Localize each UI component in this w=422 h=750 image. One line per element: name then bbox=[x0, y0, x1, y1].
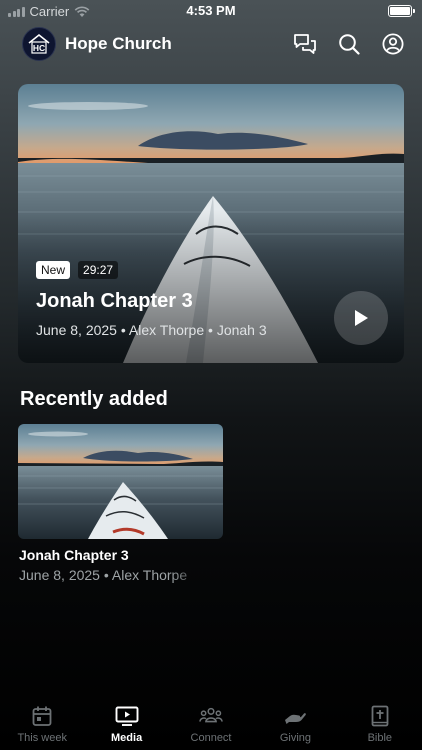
tab-bible[interactable]: Bible bbox=[338, 698, 422, 750]
tab-label: This week bbox=[17, 732, 67, 744]
calendar-icon bbox=[30, 704, 54, 728]
tab-label: Bible bbox=[367, 732, 393, 744]
account-icon bbox=[382, 33, 404, 55]
church-logo[interactable]: HC bbox=[22, 27, 56, 61]
app-title: Hope Church bbox=[65, 34, 172, 53]
battery-icon bbox=[388, 5, 415, 17]
media-card-speaker: Alex Thorpe bbox=[111, 567, 188, 583]
giving-hand-icon bbox=[283, 704, 307, 728]
app-header: HC Hope Church bbox=[22, 26, 406, 62]
search-icon bbox=[339, 34, 360, 55]
search-button[interactable] bbox=[336, 31, 362, 57]
media-card-thumbnail bbox=[18, 424, 223, 539]
tab-label: Giving bbox=[279, 732, 312, 744]
hero-date: June 8, 2025 bbox=[36, 322, 117, 338]
status-time: 4:53 PM bbox=[186, 3, 236, 18]
chat-icon bbox=[294, 34, 316, 54]
tab-label: Media bbox=[111, 732, 143, 744]
meta-separator: • bbox=[208, 322, 213, 338]
hero-series: Jonah 3 bbox=[216, 322, 267, 338]
tab-connect[interactable]: Connect bbox=[169, 698, 253, 750]
tv-play-icon bbox=[115, 704, 139, 728]
featured-media-card[interactable]: New 29:27 Jonah Chapter 3 June 8, 2025 •… bbox=[18, 84, 404, 363]
tab-label: Connect bbox=[190, 732, 232, 744]
logo-text: HC bbox=[33, 43, 45, 53]
hero-info: New 29:27 Jonah Chapter 3 June 8, 2025 •… bbox=[36, 261, 267, 338]
tab-giving[interactable]: Giving bbox=[253, 698, 337, 750]
meta-separator: • bbox=[103, 567, 109, 583]
hero-title: Jonah Chapter 3 bbox=[36, 290, 193, 312]
play-button[interactable] bbox=[334, 291, 388, 345]
logo-house-icon: HC bbox=[28, 33, 50, 54]
hero-speaker: Alex Thorpe bbox=[128, 322, 205, 338]
duration-badge: 29:27 bbox=[78, 261, 119, 279]
media-card[interactable]: Jonah Chapter 3 June 8, 2025 • Alex Thor… bbox=[18, 424, 223, 583]
messages-button[interactable] bbox=[292, 31, 318, 57]
new-badge: New bbox=[36, 261, 71, 279]
bottom-tab-bar: This week Media Connect Giving Bible bbox=[0, 698, 422, 750]
profile-button[interactable] bbox=[380, 31, 406, 57]
recently-added-heading: Recently added bbox=[20, 388, 168, 410]
hero-meta: June 8, 2025 • Alex Thorpe • Jonah 3 bbox=[36, 322, 267, 338]
media-card-title: Jonah Chapter 3 bbox=[19, 547, 129, 563]
kayak-thumbnail bbox=[18, 424, 223, 539]
media-card-date: June 8, 2025 bbox=[19, 567, 100, 583]
people-icon bbox=[199, 704, 223, 728]
tab-media[interactable]: Media bbox=[84, 698, 168, 750]
meta-separator: • bbox=[120, 322, 126, 338]
tab-this-week[interactable]: This week bbox=[0, 698, 84, 750]
play-icon bbox=[355, 310, 368, 326]
status-bar: Carrier 4:53 PM bbox=[0, 0, 422, 22]
media-card-meta: June 8, 2025 • Alex Thorpe bbox=[18, 567, 208, 583]
bible-icon bbox=[368, 704, 392, 728]
